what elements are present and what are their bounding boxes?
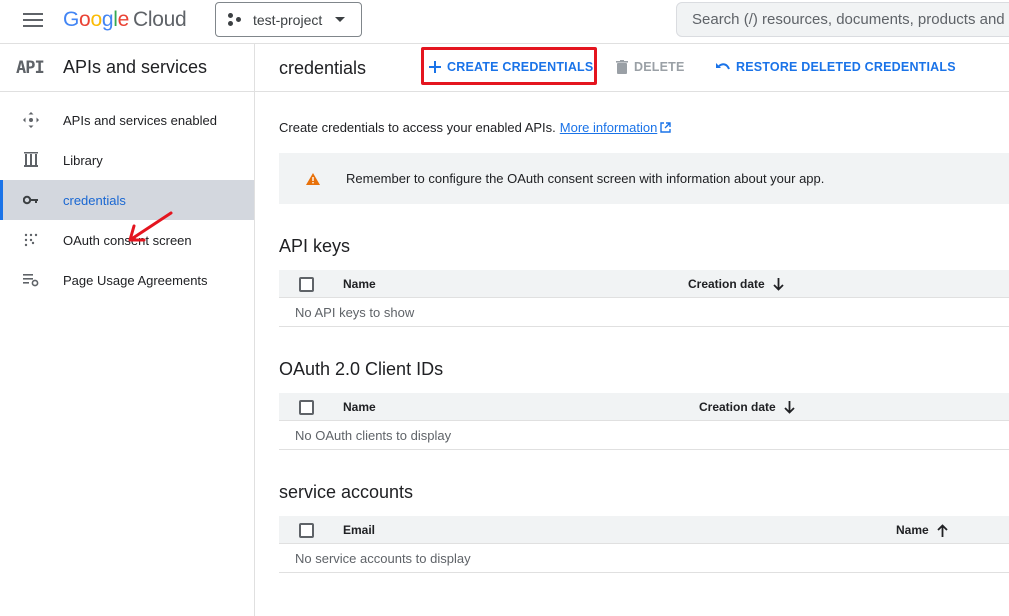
sidebar: API APIs and services APIs and services … [0,44,255,616]
service-accounts-table: Email Name No service accounts to displa… [279,516,1009,573]
column-name[interactable]: Name [343,400,376,414]
select-all-checkbox[interactable] [299,277,314,292]
sidebar-item-label: Page Usage Agreements [63,272,208,288]
project-name: test-project [253,11,323,28]
empty-row: No service accounts to display [279,544,1009,573]
page-title: credentials [279,58,367,78]
delete-button[interactable]: DELETE [616,60,685,74]
external-link-icon [660,122,672,133]
annotation-arrow-icon [128,211,173,242]
agreements-icon [0,273,63,287]
apis-enabled-icon [0,112,63,128]
toolbar: credentials CREATE CREDENTIALS DELETE RE… [255,44,1009,92]
restore-deleted-credentials-button[interactable]: RESTORE DELETED CREDENTIALS [715,60,956,74]
sidebar-item-apis-enabled[interactable]: APIs and services enabled [0,100,254,140]
column-email[interactable]: Email [343,523,375,537]
project-picker[interactable]: test-project [215,2,362,37]
table-header: Name Creation date [279,270,1009,298]
top-bar: Google Cloud test-project [0,0,1009,44]
table-header: Name Creation date [279,393,1009,421]
arrow-up-icon [937,523,948,537]
oauth-warning-banner: Remember to configure the OAuth consent … [279,153,1009,204]
select-all-checkbox[interactable] [299,400,314,415]
main-menu-icon[interactable] [23,13,43,27]
google-cloud-logo[interactable]: Google Cloud [63,8,187,32]
more-information-link[interactable]: More information [560,120,658,135]
oauth-consent-icon [0,233,63,247]
key-icon [0,195,63,205]
project-icon [228,12,244,27]
arrow-down-icon [784,400,795,414]
sidebar-nav: APIs and services enabled Library creden… [0,92,254,300]
arrow-down-icon [773,277,784,291]
main-content: credentials CREATE CREDENTIALS DELETE RE… [255,44,1009,616]
sidebar-title: APIs and services [63,57,208,77]
column-name[interactable]: Name [343,277,376,291]
sidebar-item-page-usage-agreements[interactable]: Page Usage Agreements [0,260,254,300]
undo-icon [716,62,730,69]
column-creation-date[interactable]: Creation date [699,400,795,414]
intro-text: Create credentials to access your enable… [279,120,672,135]
banner-text: Remember to configure the OAuth consent … [346,171,825,186]
service-accounts-title: service accounts [279,482,414,502]
table-header: Email Name [279,516,1009,544]
sidebar-item-label: APIs and services enabled [63,112,217,128]
library-icon [0,152,63,168]
oauth-client-ids-title: OAuth 2.0 Client IDs [279,359,444,379]
api-icon: API [16,57,45,78]
sidebar-item-label: credentials [63,192,126,208]
chevron-down-icon [335,17,346,22]
trash-icon [616,60,628,74]
annotation-highlight-box [421,47,597,85]
search-box[interactable] [676,2,1009,37]
api-keys-title: API keys [279,236,351,256]
empty-row: No API keys to show [279,298,1009,327]
sidebar-item-label: Library [63,152,103,168]
sidebar-item-library[interactable]: Library [0,140,254,180]
api-keys-table: Name Creation date No API keys to show [279,270,1009,327]
empty-row: No OAuth clients to display [279,421,1009,450]
oauth-clients-table: Name Creation date No OAuth clients to d… [279,393,1009,450]
column-creation-date[interactable]: Creation date [688,277,784,291]
column-name[interactable]: Name [896,523,948,537]
sidebar-header: API APIs and services [0,44,254,92]
search-input[interactable] [677,3,1009,36]
warning-icon [306,172,320,185]
select-all-checkbox[interactable] [299,523,314,538]
